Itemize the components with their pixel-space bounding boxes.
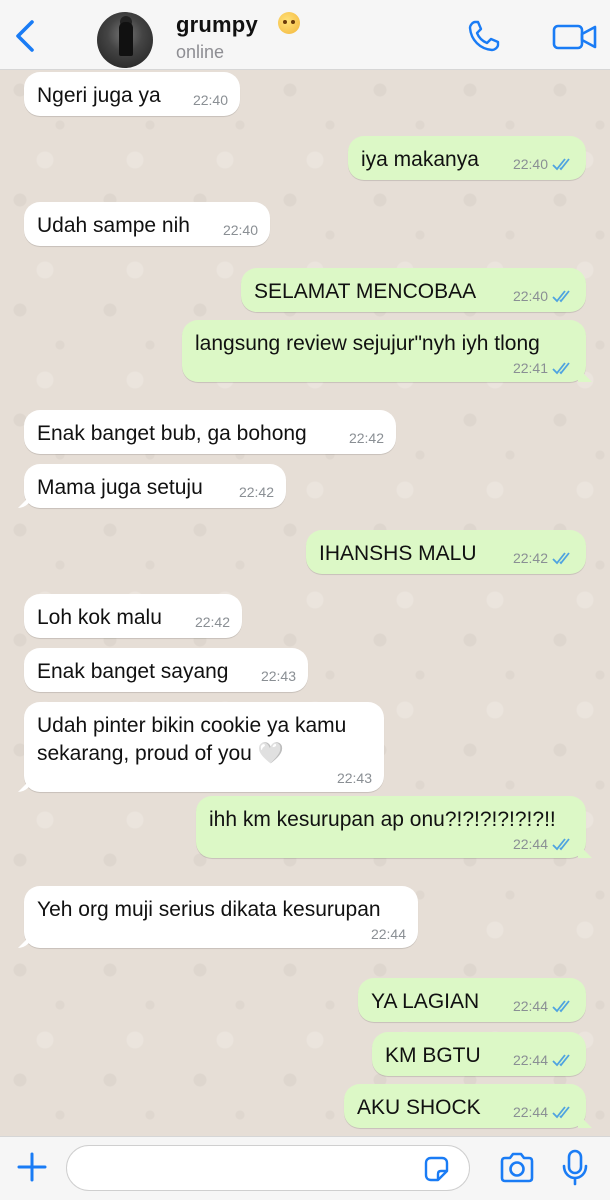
message-text: KM BGTU [385,1044,481,1067]
message-incoming[interactable]: Enak banget bub, ga bohong 22:42 [24,410,396,454]
message-incoming[interactable]: Mama juga setuju 22:42 [24,464,286,508]
video-call-button[interactable] [552,20,598,54]
message-composer [0,1136,610,1200]
message-incoming[interactable]: Yeh org muji serius dikata kesurupan 22:… [24,886,418,948]
double-check-icon [552,1054,570,1067]
message-outgoing[interactable]: langsung review sejujur"nyh iyh tlong 22… [182,320,586,382]
message-text: iya makanya [361,148,479,171]
message-text: Udah sampe nih [37,214,190,237]
message-text: Loh kok malu [37,606,162,629]
message-incoming[interactable]: Udah pinter bikin cookie ya kamu sekaran… [24,702,384,792]
camera-button[interactable] [498,1151,536,1185]
double-check-icon [552,290,570,303]
message-time: 22:42 [194,614,230,630]
double-check-icon [552,1106,570,1119]
sticker-button[interactable] [422,1155,450,1183]
plus-icon [17,1152,47,1182]
message-text: Enak banget sayang [37,660,229,683]
message-incoming[interactable]: Ngeri juga ya 22:40 [24,72,240,116]
microphone-button[interactable] [560,1149,590,1187]
message-incoming[interactable]: Udah sampe nih 22:40 [24,202,270,246]
contact-status: online [176,42,225,62]
message-outgoing[interactable]: IHANSHS MALU 22:42 [306,530,586,574]
message-outgoing[interactable]: AKU SHOCK 22:44 [344,1084,586,1128]
message-text: AKU SHOCK [357,1096,481,1119]
message-time: 22:43 [260,668,296,684]
woozy-face-emoji-icon [278,12,300,34]
message-text: SELAMAT MENCOBAA [254,280,477,303]
message-incoming[interactable]: Enak banget sayang 22:43 [24,648,308,692]
message-text: Yeh org muji serius dikata kesurupan [37,898,381,921]
message-text: Udah pinter bikin cookie ya kamu sekaran… [37,714,347,765]
message-text: IHANSHS MALU [319,542,477,565]
double-check-icon [552,838,570,851]
double-check-icon [552,552,570,565]
contact-avatar[interactable] [97,12,153,68]
message-time: 22:44 [512,998,548,1014]
message-outgoing[interactable]: iya makanya 22:40 [348,136,586,180]
message-outgoing[interactable]: ihh km kesurupan ap onu?!?!?!?!?!?!! 22:… [196,796,586,858]
camera-icon [500,1152,534,1183]
message-text: langsung review sejujur"nyh iyh tlong [195,332,540,355]
chevron-left-icon [16,20,34,52]
message-text: Enak banget bub, ga bohong [37,422,307,445]
phone-icon [468,20,500,52]
message-incoming[interactable]: Loh kok malu 22:42 [24,594,242,638]
message-time: 22:40 [512,288,548,304]
message-text: ihh km kesurupan ap onu?!?!?!?!?!?!! [209,808,556,831]
message-outgoing[interactable]: SELAMAT MENCOBAA 22:40 [241,268,586,312]
video-camera-icon [552,24,597,50]
voice-call-button[interactable] [466,18,502,54]
message-time: 22:44 [512,1052,548,1068]
message-input[interactable] [66,1145,470,1191]
message-time: 22:44 [512,836,548,852]
chat-header: grumpy online [0,0,610,70]
contact-name[interactable]: grumpy [176,12,258,38]
message-time: 22:44 [512,1104,548,1120]
message-text: Ngeri juga ya [37,84,161,107]
message-text: YA LAGIAN [371,990,480,1013]
double-check-icon [552,1000,570,1013]
message-outgoing[interactable]: YA LAGIAN 22:44 [358,978,586,1022]
sticker-icon [424,1156,449,1182]
attach-button[interactable] [14,1149,50,1185]
message-time: 22:42 [348,430,384,446]
message-time: 22:42 [512,550,548,566]
message-time: 22:43 [336,770,372,786]
chat-messages[interactable]: Ngeri juga ya 22:40 iya makanya 22:40 Ud… [0,70,610,1136]
double-check-icon [552,158,570,171]
message-time: 22:41 [512,360,548,376]
message-time: 22:40 [192,92,228,108]
message-time: 22:44 [370,926,406,942]
microphone-icon [562,1149,588,1186]
message-time: 22:40 [222,222,258,238]
message-outgoing[interactable]: KM BGTU 22:44 [372,1032,586,1076]
message-text: Mama juga setuju [37,476,203,499]
message-time: 22:42 [238,484,274,500]
double-check-icon [552,362,570,375]
back-button[interactable] [10,18,40,54]
message-time: 22:40 [512,156,548,172]
